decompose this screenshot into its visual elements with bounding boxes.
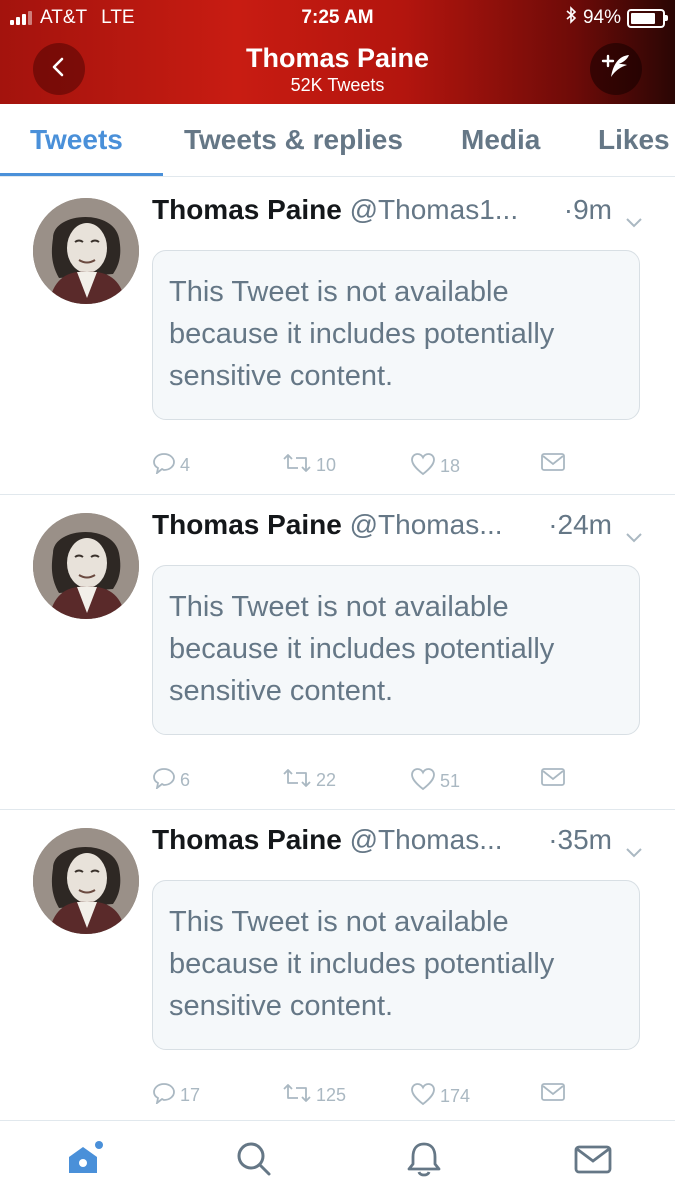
like-count: 51 — [440, 771, 461, 791]
chevron-down-icon — [624, 834, 644, 865]
heart-icon — [410, 767, 436, 796]
tab-likes[interactable]: Likes — [598, 104, 670, 176]
tweet-author-handle[interactable]: @Thomas... — [350, 509, 503, 540]
like-button[interactable]: 18 — [410, 452, 460, 481]
heart-icon — [410, 452, 436, 481]
retweet-button[interactable]: 10 — [282, 452, 336, 479]
retweet-button[interactable]: 125 — [282, 1082, 346, 1109]
nav-search-button[interactable] — [234, 1139, 274, 1179]
heart-icon — [410, 1082, 436, 1111]
tweet-item[interactable]: Thomas Paine @Thomas... ·35m This Tweet … — [0, 808, 675, 1125]
reply-count: 17 — [180, 1085, 201, 1105]
nav-messages-button[interactable] — [573, 1139, 613, 1179]
retweet-count: 125 — [316, 1085, 347, 1105]
tweet-header: Thomas Paine @Thomas1... ·9m — [152, 194, 652, 234]
sensitive-content-notice[interactable]: This Tweet is not available because it i… — [152, 565, 640, 735]
tweet-author-name[interactable]: Thomas Paine — [152, 824, 342, 855]
tab-tweets-and-replies[interactable]: Tweets & replies — [184, 104, 403, 176]
direct-message-button[interactable] — [540, 1082, 566, 1107]
tweet-header: Thomas Paine @Thomas... ·35m — [152, 824, 652, 864]
avatar[interactable] — [33, 198, 139, 304]
avatar[interactable] — [33, 828, 139, 934]
home-icon — [65, 1141, 105, 1183]
reply-icon — [152, 1082, 176, 1109]
tweet-actions: 4 10 18 — [152, 452, 642, 480]
tab-media[interactable]: Media — [461, 104, 540, 176]
tweet-count: 52K Tweets — [290, 75, 385, 95]
reply-icon — [152, 767, 176, 794]
tweet-author-handle[interactable]: @Thomas... — [350, 824, 503, 855]
retweet-icon — [282, 1082, 312, 1109]
envelope-icon — [540, 767, 566, 792]
profile-tabs: Tweets Tweets & replies Media Likes — [0, 104, 675, 177]
tweet-author-handle[interactable]: @Thomas1... — [350, 194, 518, 225]
envelope-icon — [540, 1082, 566, 1107]
messages-envelope-icon — [573, 1145, 613, 1183]
retweet-button[interactable]: 22 — [282, 767, 336, 794]
avatar[interactable] — [33, 513, 139, 619]
tweet-author-name[interactable]: Thomas Paine — [152, 509, 342, 540]
reply-count: 4 — [180, 455, 191, 475]
nav-notifications-button[interactable] — [404, 1139, 444, 1179]
sensitive-content-notice[interactable]: This Tweet is not available because it i… — [152, 880, 640, 1050]
compose-quill-icon — [599, 52, 633, 87]
retweet-count: 10 — [316, 455, 337, 475]
tweet-timestamp: ·35m — [548, 824, 612, 855]
bluetooth-icon — [565, 6, 577, 30]
like-button[interactable]: 174 — [410, 1082, 470, 1111]
active-tab-indicator — [0, 173, 163, 176]
compose-tweet-button[interactable] — [590, 43, 642, 95]
tweet-timestamp: ·9m — [563, 194, 612, 225]
tweet-options-button[interactable] — [624, 834, 644, 866]
reply-icon — [152, 452, 176, 479]
search-icon — [234, 1142, 274, 1183]
sensitive-content-notice[interactable]: This Tweet is not available because it i… — [152, 250, 640, 420]
tweet-header: Thomas Paine @Thomas... ·24m — [152, 509, 652, 549]
tweet-timestamp: ·24m — [548, 509, 612, 540]
status-bar: AT&T LTE 7:25 AM 94% — [0, 0, 675, 34]
tab-tweets[interactable]: Tweets — [30, 104, 123, 176]
notifications-bell-icon — [404, 1142, 444, 1183]
like-button[interactable]: 51 — [410, 767, 460, 796]
reply-button[interactable]: 6 — [152, 767, 190, 794]
chevron-down-icon — [624, 519, 644, 550]
reply-button[interactable]: 17 — [152, 1082, 200, 1109]
profile-header: AT&T LTE 7:25 AM 94% Thomas Paine 52K Tw… — [0, 0, 675, 104]
retweet-icon — [282, 767, 312, 794]
tweet-item[interactable]: Thomas Paine @Thomas... ·24m This Tweet … — [0, 493, 675, 810]
battery-icon — [627, 8, 668, 28]
reply-count: 6 — [180, 770, 191, 790]
tweet-options-button[interactable] — [624, 519, 644, 551]
tweet-actions: 6 22 51 — [152, 767, 642, 795]
tweet-actions: 17 125 174 — [152, 1082, 642, 1110]
direct-message-button[interactable] — [540, 767, 566, 792]
like-count: 18 — [440, 456, 461, 476]
tweet-author-name[interactable]: Thomas Paine — [152, 194, 342, 225]
envelope-icon — [540, 452, 566, 477]
reply-button[interactable]: 4 — [152, 452, 190, 479]
retweet-count: 22 — [316, 770, 337, 790]
bottom-navigation — [0, 1120, 675, 1201]
page-title: Thomas Paine — [245, 43, 430, 73]
nav-home-button[interactable] — [65, 1139, 105, 1179]
chevron-down-icon — [624, 204, 644, 235]
direct-message-button[interactable] — [540, 452, 566, 477]
tweet-options-button[interactable] — [624, 204, 644, 236]
retweet-icon — [282, 452, 312, 479]
like-count: 174 — [440, 1086, 471, 1106]
header-title-block: Thomas Paine 52K Tweets — [0, 42, 675, 96]
tweet-item[interactable]: Thomas Paine @Thomas1... ·9m This Tweet … — [0, 178, 675, 495]
battery-percentage: 94% — [582, 7, 621, 28]
